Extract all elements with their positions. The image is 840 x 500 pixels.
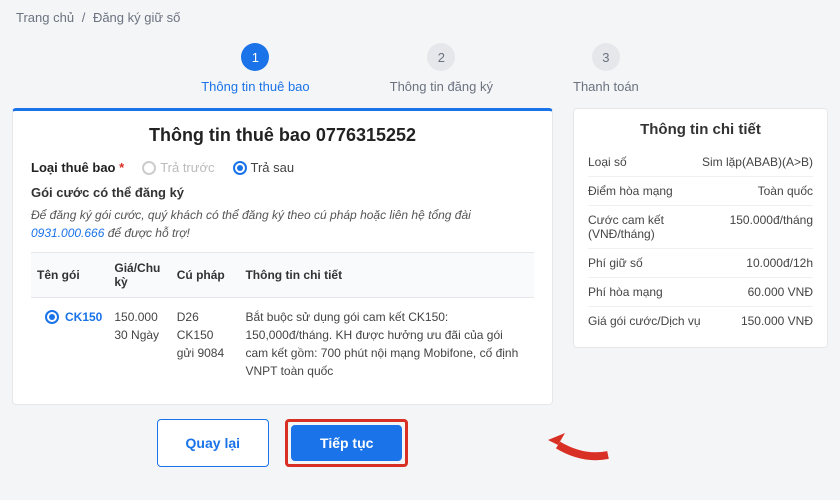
breadcrumb: Trang chủ / Đăng ký giữ số bbox=[0, 0, 840, 35]
card-title: Thông tin thuê bao 0776315252 bbox=[31, 125, 534, 146]
stepper: 1 Thông tin thuê bao 2 Thông tin đăng ký… bbox=[0, 35, 840, 108]
hotline-link[interactable]: 0931.000.666 bbox=[31, 226, 104, 240]
back-button[interactable]: Quay lại bbox=[157, 419, 269, 467]
step-2[interactable]: 2 Thông tin đăng ký bbox=[390, 43, 493, 94]
radio-postpaid[interactable]: Trả sau bbox=[233, 160, 295, 175]
plan-price: 150.000 30 Ngày bbox=[108, 298, 170, 391]
plans-label: Gói cước có thể đăng ký bbox=[31, 185, 534, 200]
step-1-circle: 1 bbox=[241, 43, 269, 71]
table-row[interactable]: CK150 150.000 30 Ngày D26 CK150 gửi 9084… bbox=[31, 298, 534, 391]
step-1[interactable]: 1 Thông tin thuê bao bbox=[201, 43, 309, 94]
detail-row: Loại sốSim lặp(ABAB)(A>B) bbox=[588, 148, 813, 177]
subtype-label: Loại thuê bao * bbox=[31, 160, 124, 175]
step-1-label: Thông tin thuê bao bbox=[201, 79, 309, 94]
detail-row: Giá gói cước/Dịch vụ150.000 VNĐ bbox=[588, 307, 813, 335]
detail-row: Điểm hòa mạngToàn quốc bbox=[588, 177, 813, 206]
step-2-label: Thông tin đăng ký bbox=[390, 79, 493, 94]
annotation-arrow-icon bbox=[543, 425, 613, 465]
radio-icon bbox=[142, 161, 156, 175]
th-name: Tên gói bbox=[31, 253, 108, 298]
radio-prepaid[interactable]: Trả trước bbox=[142, 160, 214, 175]
next-highlight: Tiếp tục bbox=[285, 419, 408, 467]
th-info: Thông tin chi tiết bbox=[239, 253, 534, 298]
step-3-label: Thanh toán bbox=[573, 79, 639, 94]
next-button[interactable]: Tiếp tục bbox=[291, 425, 402, 461]
detail-row: Phí giữ số10.000đ/12h bbox=[588, 249, 813, 278]
th-syntax: Cú pháp bbox=[171, 253, 240, 298]
breadcrumb-home[interactable]: Trang chủ bbox=[16, 10, 74, 25]
plan-info: Bắt buộc sử dụng gói cam kết CK150: 150,… bbox=[239, 298, 534, 391]
plan-syntax: D26 CK150 gửi 9084 bbox=[171, 298, 240, 391]
th-price: Giá/Chu kỳ bbox=[108, 253, 170, 298]
step-3-circle: 3 bbox=[592, 43, 620, 71]
plan-name: CK150 bbox=[65, 308, 102, 326]
register-note: Để đăng ký gói cước, quý khách có thể đă… bbox=[31, 206, 534, 242]
radio-icon bbox=[233, 161, 247, 175]
radio-icon bbox=[45, 310, 59, 324]
details-title: Thông tin chi tiết bbox=[588, 121, 813, 138]
step-3[interactable]: 3 Thanh toán bbox=[573, 43, 639, 94]
breadcrumb-sep: / bbox=[82, 10, 86, 25]
plans-table: Tên gói Giá/Chu kỳ Cú pháp Thông tin chi… bbox=[31, 252, 534, 390]
details-card: Thông tin chi tiết Loại sốSim lặp(ABAB)(… bbox=[573, 108, 828, 348]
breadcrumb-current: Đăng ký giữ số bbox=[93, 10, 180, 25]
detail-row: Cước cam kết (VNĐ/tháng)150.000đ/tháng bbox=[588, 206, 813, 249]
detail-row: Phí hòa mạng60.000 VNĐ bbox=[588, 278, 813, 307]
actions: Quay lại Tiếp tục bbox=[12, 419, 553, 467]
subscriber-card: Thông tin thuê bao 0776315252 Loại thuê … bbox=[12, 108, 553, 405]
step-2-circle: 2 bbox=[427, 43, 455, 71]
radio-plan[interactable] bbox=[45, 310, 59, 324]
